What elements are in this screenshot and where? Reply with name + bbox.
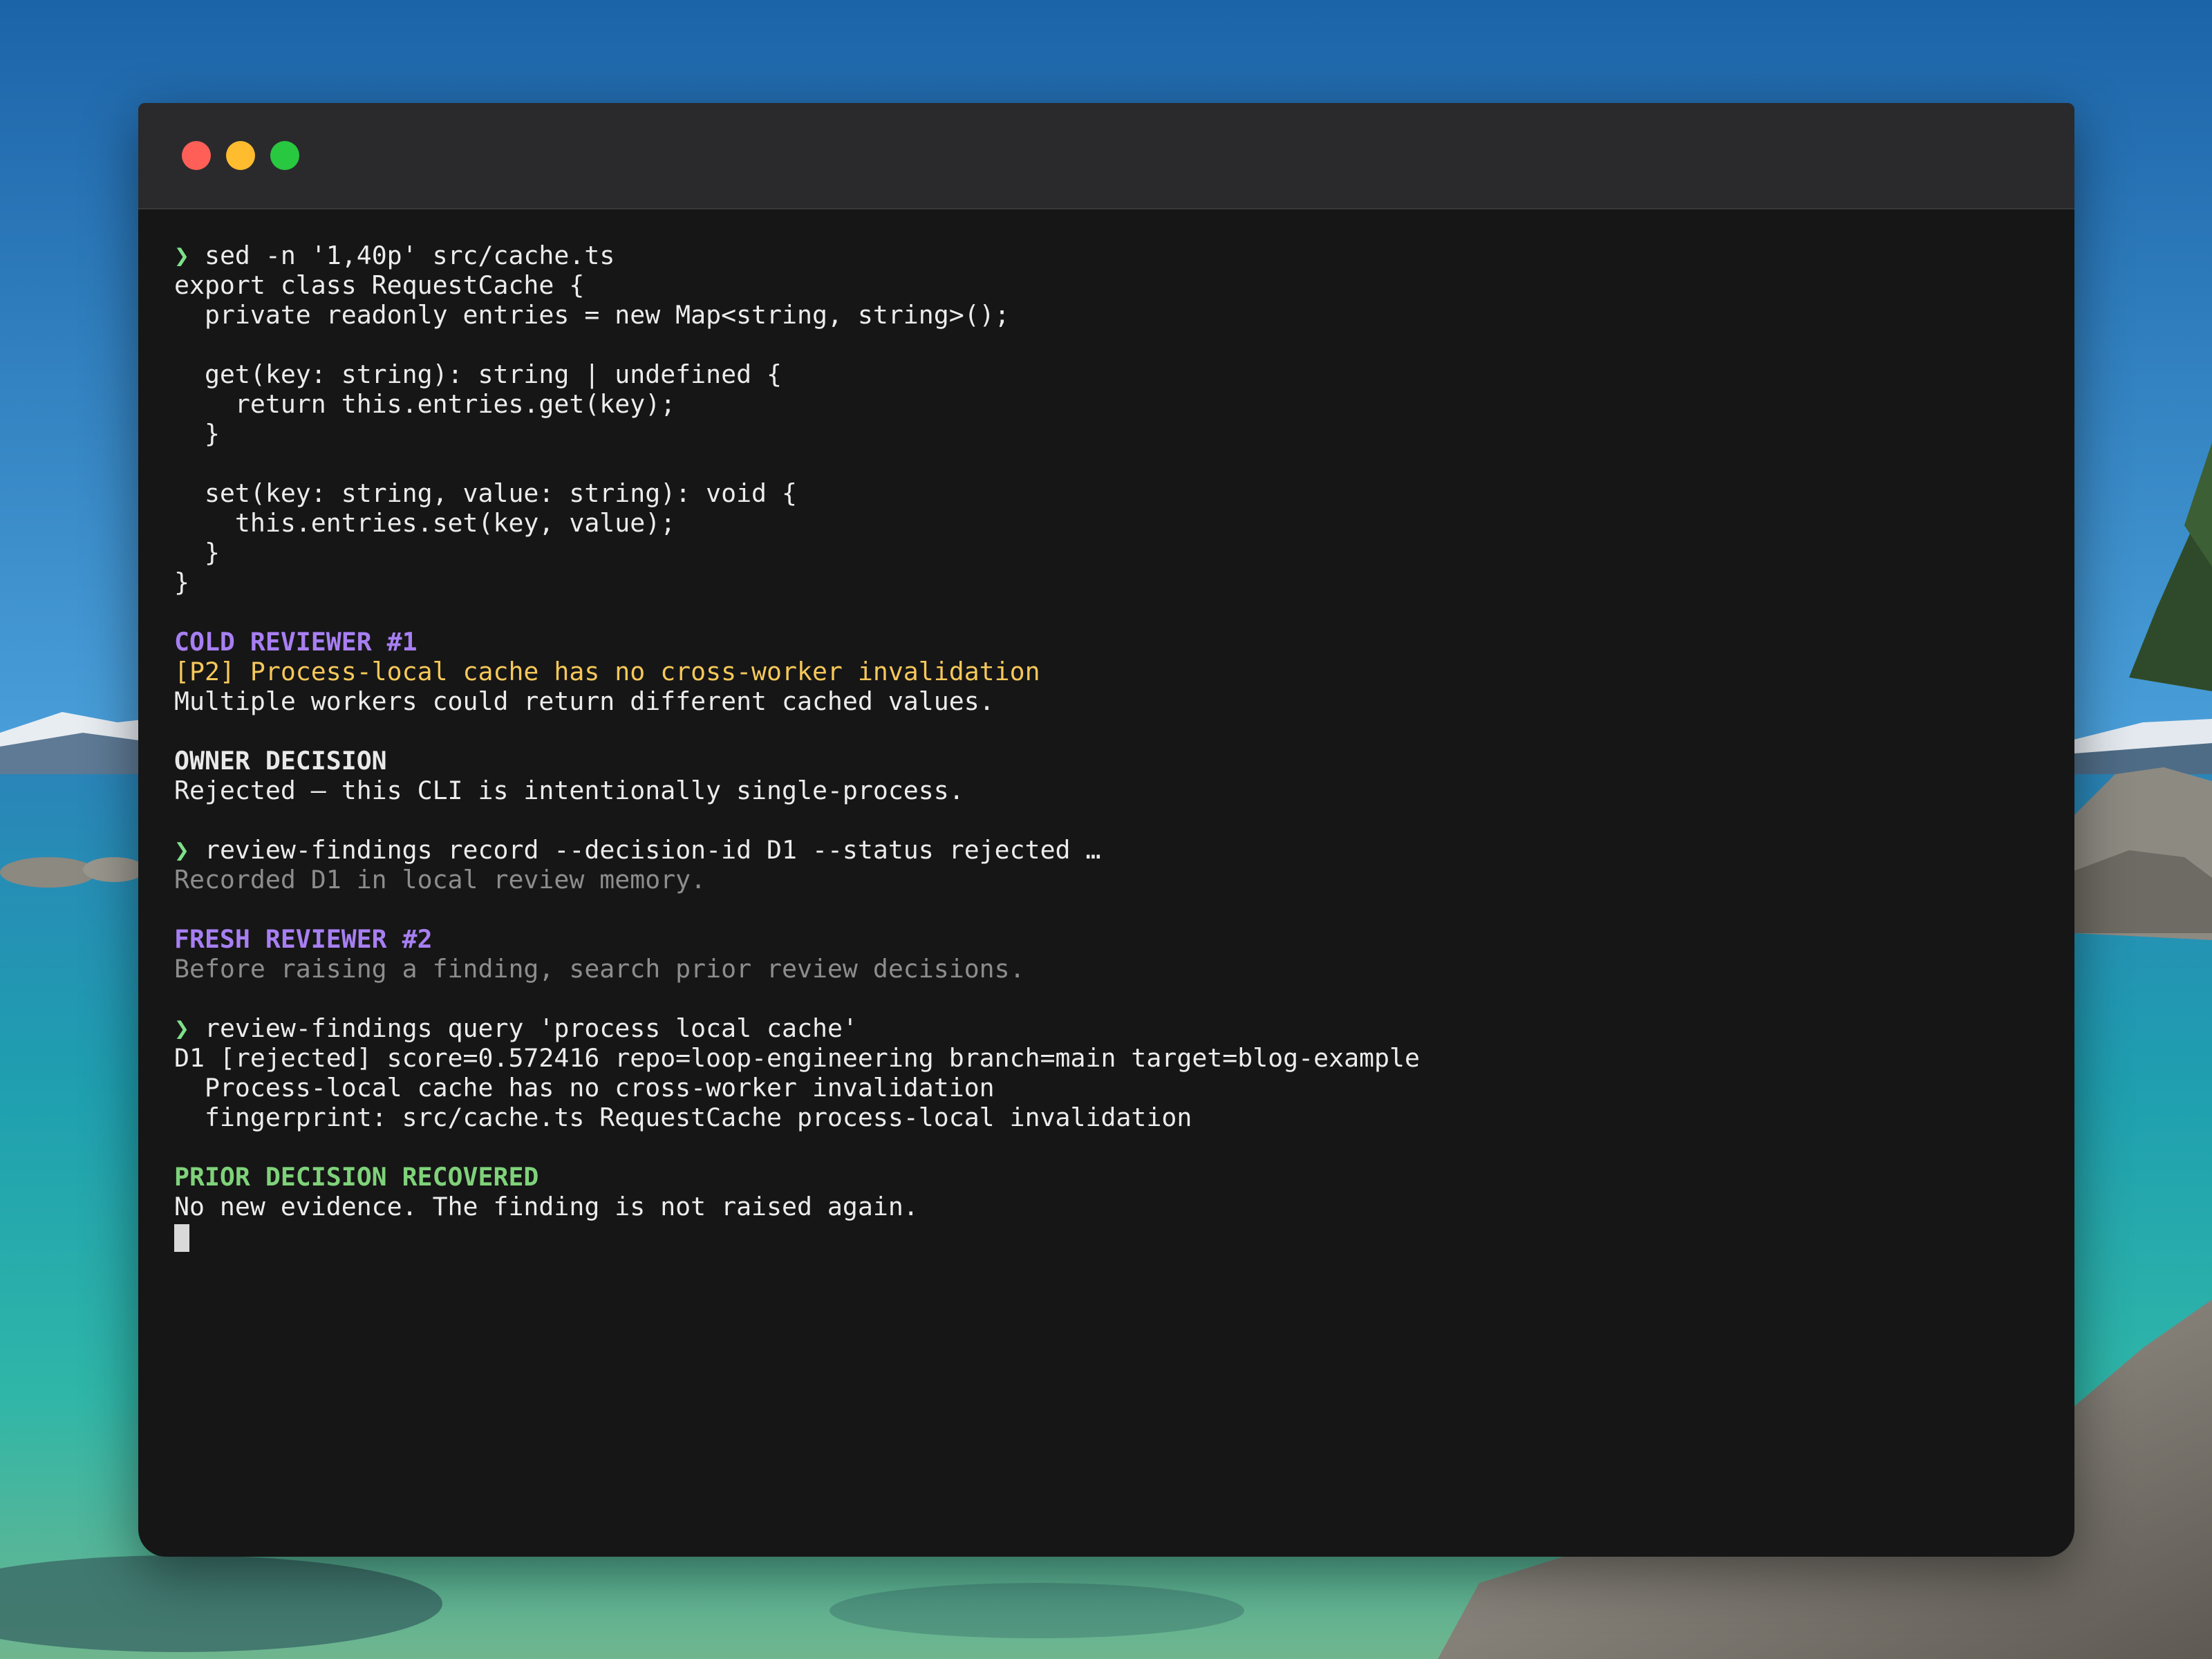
prompt-chevron-icon: ❯ — [174, 835, 189, 865]
command-line: ❯ review-findings query 'process local c… — [174, 1013, 2041, 1043]
terminal-window: ❯ sed -n '1,40p' src/cache.ts export clas… — [138, 103, 2074, 1557]
close-window-button[interactable] — [182, 141, 211, 170]
output-line: No new evidence. The finding is not rais… — [174, 1192, 919, 1221]
output-line: } — [174, 568, 189, 597]
output-line: Rejected — this CLI is intentionally sin… — [174, 776, 964, 805]
output-line: fingerprint: src/cache.ts RequestCache p… — [174, 1103, 1192, 1132]
minimize-window-button[interactable] — [226, 141, 255, 170]
text-cursor — [174, 1224, 189, 1252]
status-note: Before raising a finding, search prior r… — [174, 954, 1025, 984]
terminal-output[interactable]: ❯ sed -n '1,40p' src/cache.ts export clas… — [174, 241, 2041, 1252]
prompt-chevron-icon: ❯ — [174, 1013, 189, 1043]
command-text: review-findings query 'process local cac… — [204, 1013, 858, 1043]
output-line: } — [174, 538, 220, 568]
command-line: ❯ review-findings record --decision-id D… — [174, 835, 2041, 865]
output-line: set(key: string, value: string): void { — [174, 478, 797, 508]
section-heading: FRESH REVIEWER #2 — [174, 924, 433, 954]
status-note: Recorded D1 in local review memory. — [174, 865, 706, 894]
section-heading: OWNER DECISION — [174, 746, 387, 776]
cursor-line — [174, 1221, 2041, 1252]
output-line: private readonly entries = new Map<strin… — [174, 300, 1010, 330]
output-line: this.entries.set(key, value); — [174, 508, 676, 538]
command-text: sed -n '1,40p' src/cache.ts — [204, 241, 615, 270]
command-line: ❯ sed -n '1,40p' src/cache.ts — [174, 241, 2041, 270]
output-line: export class RequestCache { — [174, 270, 585, 300]
output-line: return this.entries.get(key); — [174, 389, 676, 419]
maximize-window-button[interactable] — [270, 141, 299, 170]
output-line: Process-local cache has no cross-worker … — [174, 1073, 995, 1103]
output-line: get(key: string): string | undefined { — [174, 359, 782, 389]
section-heading: COLD REVIEWER #1 — [174, 627, 418, 657]
window-titlebar[interactable] — [138, 103, 2074, 209]
output-line: D1 [rejected] score=0.572416 repo=loop-e… — [174, 1043, 1420, 1073]
output-line: } — [174, 419, 220, 449]
command-text: review-findings record --decision-id D1 … — [204, 835, 1101, 865]
section-heading: PRIOR DECISION RECOVERED — [174, 1162, 539, 1192]
output-line: Multiple workers could return different … — [174, 686, 995, 716]
finding-warning: [P2] Process-local cache has no cross-wo… — [174, 657, 1040, 686]
prompt-chevron-icon: ❯ — [174, 241, 189, 270]
